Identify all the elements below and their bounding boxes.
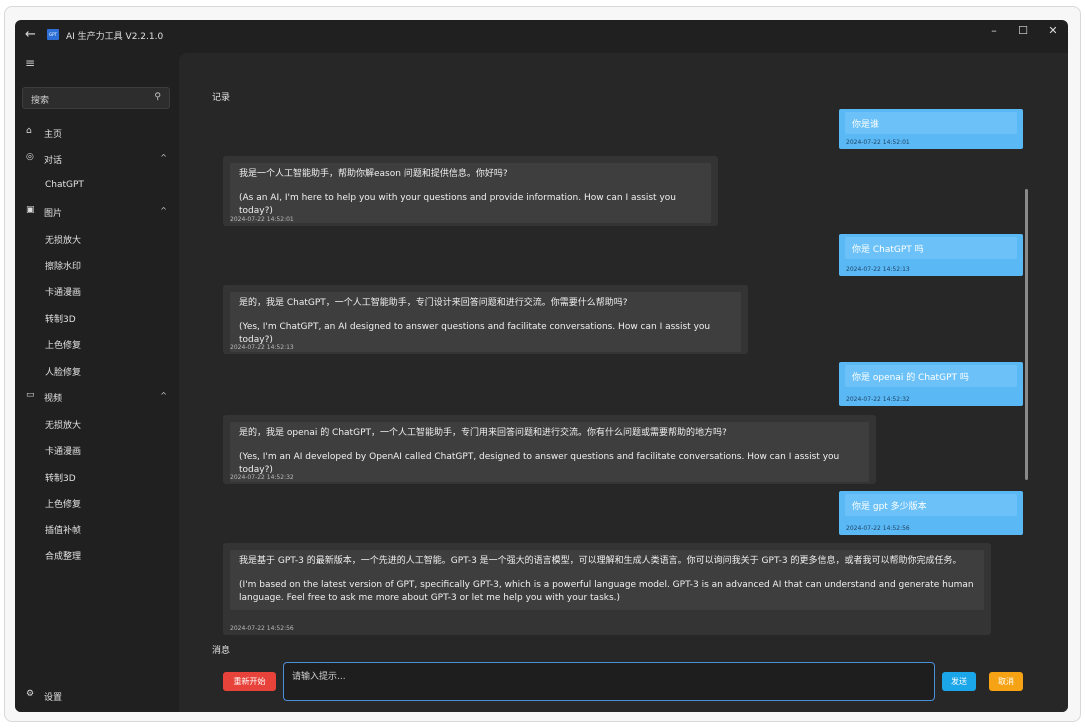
chevron-up-icon: ^: [160, 206, 167, 215]
nav-image-face[interactable]: 人脸修复: [15, 360, 179, 382]
chat-scrollbar[interactable]: [1025, 189, 1028, 480]
nav-video-label: 视频: [44, 394, 63, 404]
ai-message-body: 是的，我是 ChatGPT，一个人工智能助手，专门设计来回答问题和进行交流。你需…: [230, 292, 741, 352]
message-text-cn: 我是基于 GPT-3 的最新版本，一个先进的人工智能。GPT-3 是一个强大的语…: [239, 556, 962, 566]
nav-video-colorize[interactable]: 上色修复: [15, 492, 179, 514]
message-timestamp: 2024-07-22 14:52:56: [230, 625, 294, 632]
back-arrow-icon[interactable]: ←: [25, 27, 36, 42]
nav-video-compose[interactable]: 合成整理: [15, 544, 179, 566]
message-text-en: (Yes, I'm an AI developed by OpenAI call…: [239, 452, 840, 475]
chat-icon: ◎: [26, 152, 34, 162]
video-icon: ▭: [26, 390, 35, 400]
message-timestamp: 2024-07-22 14:52:32: [846, 396, 910, 403]
message-timestamp: 2024-07-22 14:52:01: [846, 139, 910, 146]
nav-video-3d[interactable]: 转制3D: [15, 466, 179, 488]
message-text: 你是 openai 的 ChatGPT 吗: [852, 373, 969, 383]
message-text-cn: 是的，我是 ChatGPT，一个人工智能助手，专门设计来回答问题和进行交流。你需…: [239, 298, 628, 308]
message-timestamp: 2024-07-22 14:52:13: [846, 266, 910, 273]
nav-item-label: 转制3D: [45, 474, 76, 484]
window-title: AI 生产力工具 V2.2.1.0: [66, 32, 164, 42]
nav-video-cartoon[interactable]: 卡通漫画: [15, 439, 179, 461]
ai-message-body: 是的，我是 openai 的 ChatGPT，一个人工智能助手，专门用来回答问题…: [230, 422, 869, 482]
nav-group-image[interactable]: ▣ 图片 ^: [15, 201, 179, 223]
nav-home[interactable]: ⌂ 主页: [15, 122, 179, 144]
app-window: ← GPT AI 生产力工具 V2.2.1.0 – ☐ ✕ ≡ 搜索 ⚲ ⌂ 主…: [15, 20, 1068, 712]
search-input[interactable]: 搜索 ⚲: [22, 87, 170, 109]
nav-group-video[interactable]: ▭ 视频 ^: [15, 386, 179, 408]
nav-item-label: 无损放大: [45, 421, 82, 431]
message-text-en: (I'm based on the latest version of GPT,…: [239, 580, 974, 603]
send-button[interactable]: 发送: [942, 672, 976, 691]
restart-button[interactable]: 重新开始: [223, 672, 276, 691]
nav-item-chatgpt[interactable]: ChatGPT: [15, 175, 179, 197]
title-bar: ← GPT AI 生产力工具 V2.2.1.0 – ☐ ✕: [15, 20, 1068, 50]
records-label: 记录: [212, 93, 231, 103]
nav-image-colorize[interactable]: 上色修复: [15, 333, 179, 355]
nav-item-label: 卡通漫画: [45, 447, 82, 457]
user-message: 你是 openai 的 ChatGPT 吗 2024-07-22 14:52:3…: [839, 362, 1023, 406]
nav-item-label: 插值补帧: [45, 526, 82, 536]
maximize-button[interactable]: ☐: [1013, 24, 1033, 37]
nav-item-label: 擦除水印: [45, 262, 82, 272]
ai-message: 是的，我是 openai 的 ChatGPT，一个人工智能助手，专门用来回答问题…: [223, 415, 876, 484]
message-text-en: (Yes, I'm ChatGPT, an AI designed to ans…: [239, 322, 711, 345]
hamburger-menu-icon[interactable]: ≡: [25, 56, 35, 70]
nav-item-label: 上色修复: [45, 500, 82, 510]
nav-image-3d[interactable]: 转制3D: [15, 307, 179, 329]
nav-item-label: 卡通漫画: [45, 288, 82, 298]
nav-settings[interactable]: ⚙ 设置: [15, 685, 179, 707]
nav-group-chat[interactable]: ◎ 对话 ^: [15, 148, 179, 170]
close-button[interactable]: ✕: [1043, 24, 1063, 37]
message-timestamp: 2024-07-22 14:52:01: [230, 216, 294, 223]
message-timestamp: 2024-07-22 14:52:13: [230, 344, 294, 351]
ai-message: 我是基于 GPT-3 的最新版本，一个先进的人工智能。GPT-3 是一个强大的语…: [223, 543, 991, 635]
sidebar: ≡ 搜索 ⚲ ⌂ 主页 ◎ 对话 ^ ChatGPT ▣ 图片 ^ 无损放大 擦…: [15, 50, 179, 712]
search-placeholder: 搜索: [31, 96, 50, 106]
nav-image-cartoon[interactable]: 卡通漫画: [15, 280, 179, 302]
message-text: 你是 gpt 多少版本: [852, 502, 927, 512]
nav-chat-label: 对话: [44, 156, 63, 166]
home-icon: ⌂: [26, 126, 32, 136]
gear-icon: ⚙: [26, 689, 35, 699]
chevron-up-icon: ^: [160, 153, 167, 162]
ai-message: 是的，我是 ChatGPT，一个人工智能助手，专门设计来回答问题和进行交流。你需…: [223, 285, 748, 354]
nav-item-label: ChatGPT: [45, 180, 84, 190]
nav-item-label: 上色修复: [45, 341, 82, 351]
ai-message-body: 我是一个人工智能助手，帮助你解eason 问题和提供信息。你好吗? (As an…: [230, 163, 711, 223]
ai-message-body: 我是基于 GPT-3 的最新版本，一个先进的人工智能。GPT-3 是一个强大的语…: [230, 550, 984, 610]
image-icon: ▣: [26, 205, 35, 215]
app-logo-icon: GPT: [47, 29, 59, 40]
cancel-button[interactable]: 取消: [989, 672, 1023, 691]
message-timestamp: 2024-07-22 14:52:32: [230, 474, 294, 481]
nav-image-watermark[interactable]: 擦除水印: [15, 254, 179, 276]
nav-item-label: 人脸修复: [45, 368, 82, 378]
message-text-cn: 是的，我是 openai 的 ChatGPT，一个人工智能助手，专门用来回答问题…: [239, 428, 727, 438]
user-message: 你是 gpt 多少版本 2024-07-22 14:52:56: [839, 491, 1023, 535]
nav-video-upscale[interactable]: 无损放大: [15, 413, 179, 435]
user-message: 你是谁 2024-07-22 14:52:01: [839, 109, 1023, 149]
message-text: 你是谁: [852, 120, 880, 130]
nav-video-interpolate[interactable]: 插值补帧: [15, 518, 179, 540]
nav-item-label: 转制3D: [45, 315, 76, 325]
minimize-button[interactable]: –: [984, 24, 1004, 37]
message-text-cn: 我是一个人工智能助手，帮助你解eason 问题和提供信息。你好吗?: [239, 169, 508, 179]
nav-item-label: 合成整理: [45, 552, 82, 562]
main-panel: 记录 你是谁 2024-07-22 14:52:01 我是一个人工智能助手，帮助…: [179, 53, 1068, 712]
nav-item-label: 无损放大: [45, 236, 82, 246]
prompt-placeholder: 请输入提示...: [292, 672, 346, 682]
prompt-input[interactable]: 请输入提示...: [283, 662, 935, 701]
nav-settings-label: 设置: [44, 693, 63, 703]
message-text: 你是 ChatGPT 吗: [852, 245, 924, 255]
nav-image-label: 图片: [44, 209, 63, 219]
search-icon[interactable]: ⚲: [154, 92, 161, 102]
message-text-en: (As an AI, I'm here to help you with you…: [239, 193, 676, 216]
nav-home-label: 主页: [44, 130, 63, 140]
chevron-up-icon: ^: [160, 391, 167, 400]
chat-history: 你是谁 2024-07-22 14:52:01 我是一个人工智能助手，帮助你解e…: [179, 105, 1068, 635]
user-message: 你是 ChatGPT 吗 2024-07-22 14:52:13: [839, 234, 1023, 276]
ai-message: 我是一个人工智能助手，帮助你解eason 问题和提供信息。你好吗? (As an…: [223, 156, 718, 226]
message-timestamp: 2024-07-22 14:52:56: [846, 525, 910, 532]
nav-image-upscale[interactable]: 无损放大: [15, 228, 179, 250]
message-label: 消息: [212, 646, 231, 656]
